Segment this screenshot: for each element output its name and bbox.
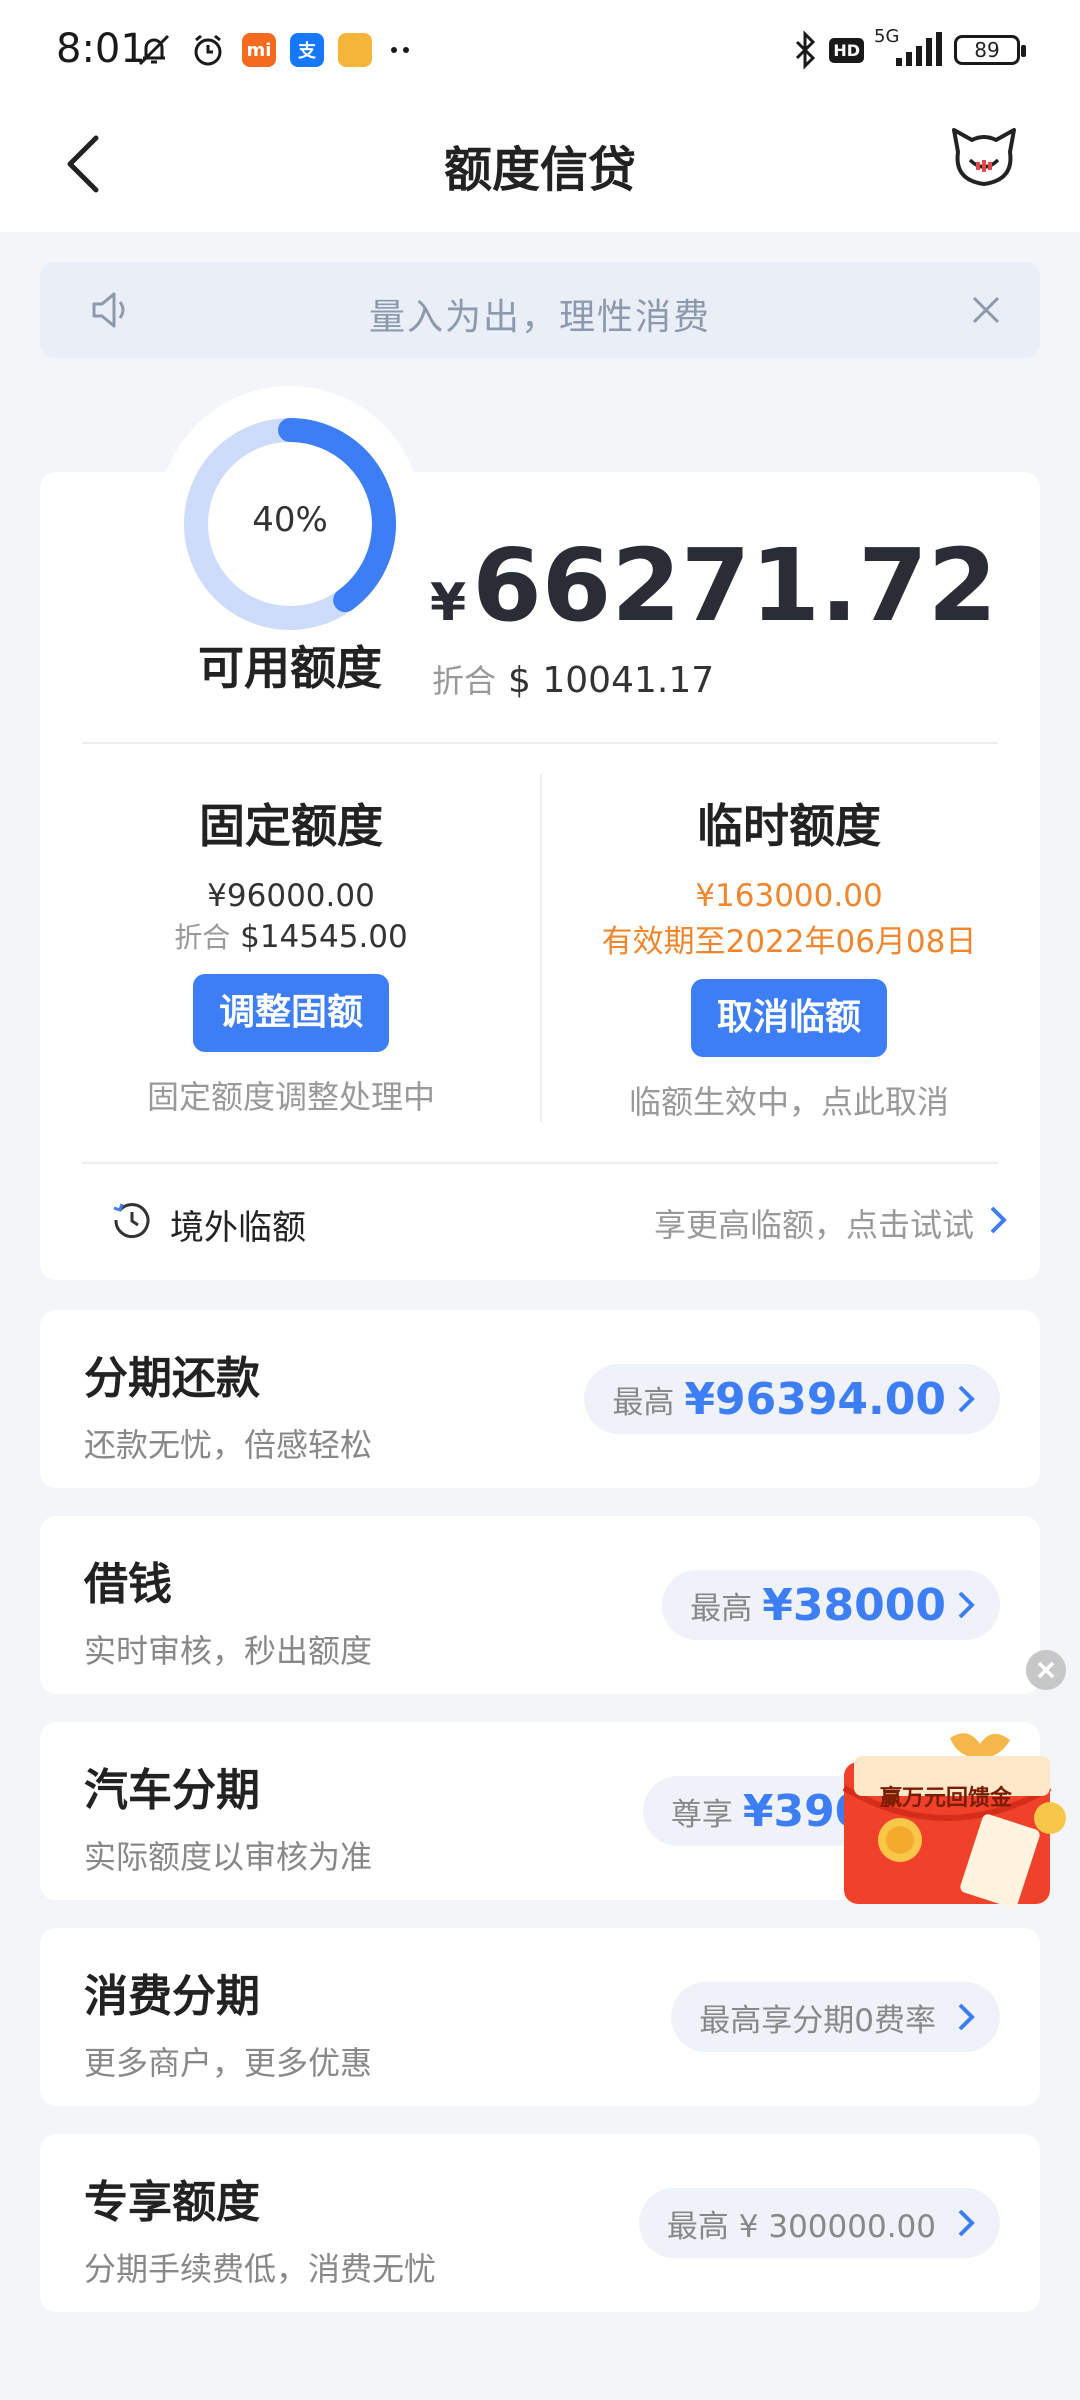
available-amount-value: 66271.72 [472,527,998,644]
chevron-right-icon [958,1385,975,1413]
product-limit-pill[interactable]: 最高 ¥38000 [662,1570,1000,1640]
converted-value: $ 10041.17 [508,660,715,701]
mi-app-icon: mi [242,33,276,67]
status-bar: 8:01 mi 支 HD 5G 89 [0,0,1080,104]
fixed-limit-converted: 折合 $14545.00 [62,916,520,956]
product-installment-repay[interactable]: 分期还款 还款无忧，倍感轻松 最高 ¥96394.00 [40,1310,1040,1488]
currency-symbol: ¥ [430,573,467,633]
converted-label: 折合 [432,662,497,700]
bluetooth-icon [796,30,816,70]
fixed-limit-section: 固定额度 ¥96000.00 折合 $14545.00 调整固额 固定额度调整处… [62,790,520,1118]
page-title: 额度信贷 [443,142,636,198]
temp-limit-note[interactable]: 临额生效中，点此取消 [560,1077,1018,1123]
promo-close-icon[interactable] [1026,1650,1066,1690]
product-borrow[interactable]: 借钱 实时审核，秒出额度 最高 ¥38000 [40,1516,1040,1694]
red-envelope-promo[interactable] [830,1728,1080,1914]
promo-text: 赢万元回馈金 [880,1785,1013,1811]
status-right-icons: HD 5G 89 [791,26,1026,72]
overseas-limit-label: 境外临额 [170,1208,306,1248]
top-area: 8:01 mi 支 HD 5G 89 额度信贷 [0,0,1080,232]
product-title: 借钱 [84,1559,172,1610]
adjust-fixed-limit-button[interactable]: 调整固额 [192,974,389,1052]
temp-limit-amount: ¥163000.00 [695,878,883,914]
chevron-right-icon [958,1591,975,1619]
product-title: 分期还款 [84,1353,260,1404]
product-subtitle: 更多商户，更多优惠 [84,2044,373,2082]
notice-text: 量入为出，理性消费 [368,297,711,338]
pill-label: 最高享分期0费率 [699,2002,936,2039]
divider [82,1162,998,1164]
product-subtitle: 实时审核，秒出额度 [84,1632,373,1670]
divider [82,742,998,744]
chevron-right-icon [990,1206,1007,1234]
product-subtitle: 实际额度以审核为准 [84,1838,373,1876]
alipay-app-icon: 支 [290,33,324,67]
pill-value: ¥96394.00 [684,1373,946,1425]
chevron-right-icon [958,2003,975,2031]
product-subtitle: 还款无忧，倍感轻松 [84,1426,373,1464]
more-dots-icon [391,47,409,53]
temp-limit-section: 临时额度 ¥163000.00 有效期至2022年06月08日 取消临额 临额生… [560,790,1018,1123]
battery-indicator: 89 [954,35,1026,65]
pill-label: 最高 [690,1590,753,1627]
notice-banner: 量入为出，理性消费 [40,262,1040,358]
temp-limit-title: 临时额度 [697,799,881,853]
pill-label: 最高 [612,1384,675,1421]
signal-icon: 5G [874,26,944,70]
divider-vertical [540,774,542,1122]
pill-label: 最高 ¥ 300000.00 [666,2208,936,2245]
fixed-limit-title: 固定额度 [199,799,383,853]
chevron-right-icon [958,2209,975,2237]
fixed-limit-amount: ¥96000.00 [207,878,375,914]
pill-value: ¥38000 [762,1579,946,1631]
mute-bell-icon [138,34,170,66]
product-title: 专享额度 [84,2177,260,2228]
hd-badge: HD [829,37,864,63]
available-label: 可用额度 [198,641,382,695]
alarm-icon [194,34,222,66]
cancel-temp-limit-button[interactable]: 取消临额 [690,979,887,1057]
converted-amount: 折合 $ 10041.17 [432,656,714,702]
product-limit-pill[interactable]: 最高 ¥96394.00 [584,1364,1000,1434]
product-limit-pill[interactable]: 最高享分期0费率 [671,1982,1000,2052]
product-title: 汽车分期 [84,1765,260,1816]
available-amount: ¥66271.72 [430,536,997,636]
fixed-limit-note: 固定额度调整处理中 [146,1078,435,1116]
fixed-converted-value: $14545.00 [240,919,408,955]
notes-app-icon [338,33,372,67]
product-exclusive-limit[interactable]: 专享额度 分期手续费低，消费无忧 最高 ¥ 300000.00 [40,2134,1040,2312]
product-limit-pill[interactable]: 最高 ¥ 300000.00 [638,2188,1000,2258]
status-left-icons: mi 支 [134,28,416,72]
assistant-robot-icon[interactable] [948,122,1020,194]
status-time: 8:01 [56,26,146,72]
history-clock-icon [113,1203,150,1239]
product-consumer-installment[interactable]: 消费分期 更多商户，更多优惠 最高享分期0费率 [40,1928,1040,2106]
usage-percent: 40% [252,500,328,540]
pill-label: 尊享 [670,1796,733,1833]
product-title: 消费分期 [84,1971,260,2022]
overseas-limit-hint: 享更高临额，点击试试 [653,1206,974,1244]
fixed-converted-label: 折合 [174,921,231,954]
close-icon[interactable] [968,292,1004,328]
temp-limit-validity: 有效期至2022年06月08日 [601,924,977,960]
nav-bar: 额度信贷 [0,104,1080,232]
product-subtitle: 分期手续费低，消费无忧 [84,2250,437,2288]
overseas-limit-row[interactable]: 境外临额 享更高临额，点击试试 [40,1166,1040,1276]
